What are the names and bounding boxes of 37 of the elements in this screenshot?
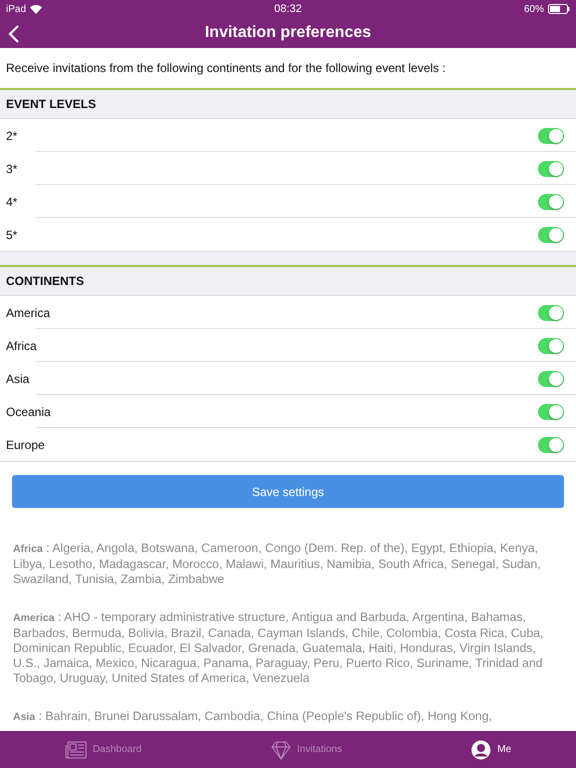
back-button[interactable] bbox=[6, 23, 22, 45]
newspaper-icon bbox=[64, 740, 87, 758]
device-name: iPad bbox=[6, 4, 26, 14]
toggle-switch[interactable] bbox=[538, 128, 564, 144]
battery-percentage: 60% bbox=[524, 4, 544, 14]
wifi-icon bbox=[30, 4, 42, 14]
setting-label: 2* bbox=[6, 128, 18, 142]
setting-label: America bbox=[6, 306, 50, 320]
section-header: EVENT LEVELS bbox=[0, 90, 576, 119]
page-title: Invitation preferences bbox=[204, 24, 372, 42]
tab-item[interactable]: Dashboard bbox=[58, 740, 148, 760]
setting-label: 4* bbox=[6, 194, 18, 208]
setting-label: Africa bbox=[6, 338, 37, 352]
toggle-switch[interactable] bbox=[538, 226, 564, 242]
save-button[interactable]: Save settings bbox=[12, 475, 564, 508]
setting-label: Oceania bbox=[6, 404, 51, 418]
country-list: America : AHO - temporary administrative structure, Antigua and Barbuda, Argentina, Bahamas, Barbados, Bermuda, Bolivia, Brazil, Canada, Cayman Islands, Chile, Colombia, Costa Rica, Cuba, Dominican Republic, Ecuador, El Salvador, Grenada, Guatemala, Haiti, Honduras, Virgin Islands, U.S., Jamaica, Mexico, Nicaragua, Panama, Paraguay, Peru, Puerto Rico, Suriname, Trinidad and Tobago, Uruguay, United States of America, Venezuela bbox=[13, 610, 558, 687]
clock: 08:32 bbox=[274, 3, 302, 15]
country-list: Africa : Algeria, Angola, Botswana, Cameroon, Congo (Dem. Rep. of the), Egypt, Ethiopia, Kenya, Libya, Lesotho, Madagascar, Morocco, Malawi, Mauritius, Namibia, South Africa, Senegal, Sudan, Swaziland, Tunisia, Zambia, Zimbabwe bbox=[13, 541, 558, 588]
person-icon bbox=[471, 740, 492, 760]
setting-label: Asia bbox=[6, 372, 30, 386]
toggle-switch[interactable] bbox=[538, 404, 564, 420]
diamond-icon bbox=[270, 740, 291, 760]
toggle-switch[interactable] bbox=[538, 370, 564, 386]
country-list: Asia : Bahrain, Brunei Darussalam, Cambodia, China (People's Republic of), Hong Kong, bbox=[13, 708, 558, 725]
toggle-switch[interactable] bbox=[538, 194, 564, 210]
toggle-switch[interactable] bbox=[538, 160, 564, 176]
toggle-switch[interactable] bbox=[538, 436, 564, 452]
tab-item[interactable]: Invitations bbox=[264, 738, 348, 760]
battery-icon bbox=[548, 4, 570, 14]
setting-label: 3* bbox=[6, 162, 18, 176]
toggle-switch[interactable] bbox=[538, 304, 564, 320]
setting-label: Europe bbox=[6, 438, 45, 452]
section-header: CONTINENTS bbox=[0, 267, 576, 296]
toggle-switch[interactable] bbox=[538, 338, 564, 354]
setting-label: 5* bbox=[6, 228, 18, 242]
tab-item[interactable]: Me bbox=[465, 738, 518, 760]
